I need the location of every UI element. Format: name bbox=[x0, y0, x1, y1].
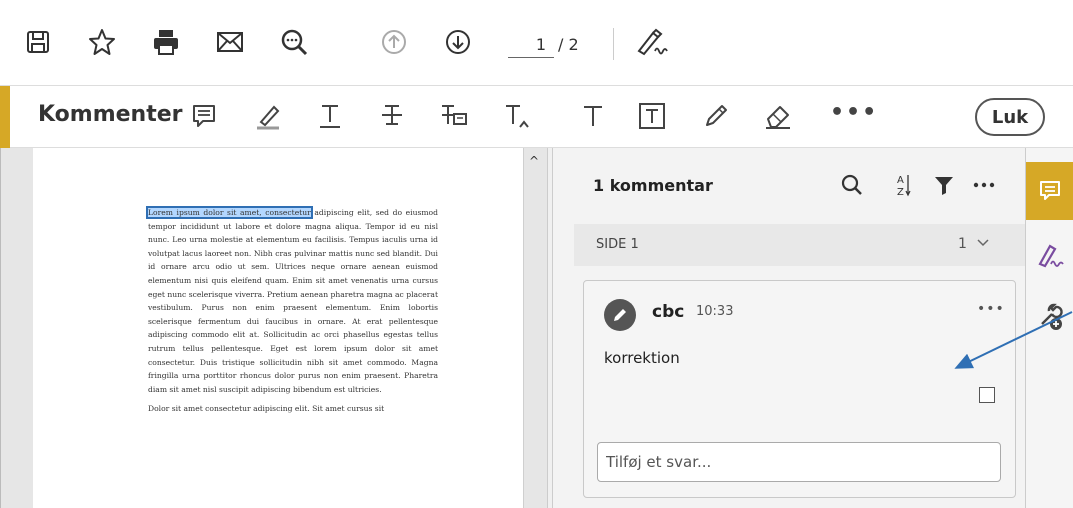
sticky-note-icon[interactable] bbox=[186, 98, 222, 134]
save-icon[interactable] bbox=[18, 22, 58, 62]
more-tools-button[interactable]: ••• bbox=[830, 100, 878, 125]
comment-time: 10:33 bbox=[696, 304, 734, 319]
comment-tool-icon[interactable] bbox=[1026, 162, 1073, 220]
comment-author: cbc bbox=[652, 302, 685, 322]
search-icon[interactable] bbox=[837, 170, 867, 200]
right-rail bbox=[1025, 148, 1073, 508]
more-tools-icon[interactable] bbox=[1026, 292, 1073, 342]
fill-sign-icon[interactable] bbox=[1026, 230, 1073, 280]
svg-text:Z: Z bbox=[897, 187, 904, 198]
document-viewer[interactable]: Lorem ipsum dolor sit amet, consectetur … bbox=[0, 148, 552, 508]
paragraph: Lorem ipsum dolor sit amet, consectetur … bbox=[146, 206, 438, 396]
comment-more-button[interactable]: ••• bbox=[977, 301, 1005, 317]
page-down-icon[interactable] bbox=[438, 22, 478, 62]
highlight-icon[interactable] bbox=[250, 98, 286, 134]
print-icon[interactable] bbox=[146, 22, 186, 62]
underline-icon[interactable] bbox=[312, 98, 348, 134]
strikethrough-icon[interactable] bbox=[374, 98, 410, 134]
document-text: Lorem ipsum dolor sit amet, consectetur … bbox=[146, 206, 438, 416]
scroll-up-icon[interactable]: ^ bbox=[529, 154, 539, 168]
add-text-icon[interactable] bbox=[575, 98, 611, 134]
sign-icon[interactable] bbox=[632, 22, 672, 62]
zoom-search-icon[interactable] bbox=[274, 22, 314, 62]
toolbar-divider bbox=[613, 28, 614, 60]
paragraph: Dolor sit amet consectetur adipiscing el… bbox=[148, 404, 385, 414]
replace-text-icon[interactable] bbox=[436, 98, 472, 134]
reply-input[interactable] bbox=[597, 442, 1001, 482]
active-tool-indicator bbox=[0, 86, 10, 148]
vertical-scrollbar[interactable]: ^ bbox=[523, 148, 547, 508]
document-margin bbox=[0, 148, 32, 508]
comment-text: korrektion bbox=[604, 349, 680, 367]
comments-panel: 1 kommentar AZ SIDE 1 1 cbc 10:33 ••• ko… bbox=[552, 148, 1028, 508]
panel-more-icon[interactable] bbox=[969, 170, 999, 200]
avatar bbox=[604, 299, 636, 331]
page-group-count: 1 bbox=[958, 236, 967, 252]
tool-title: Kommenter bbox=[38, 102, 183, 127]
comment-checkbox[interactable] bbox=[979, 387, 995, 403]
comment-toolbar: Kommenter ••• Luk bbox=[0, 86, 1073, 148]
svg-text:A: A bbox=[897, 175, 904, 186]
text-box-icon[interactable] bbox=[634, 98, 670, 134]
mail-icon[interactable] bbox=[210, 22, 250, 62]
filter-icon[interactable] bbox=[929, 170, 959, 200]
comments-count-title: 1 kommentar bbox=[593, 176, 713, 195]
paragraph-text: adipiscing elit, sed do eiusmod tempor i… bbox=[148, 208, 438, 394]
document-page[interactable]: Lorem ipsum dolor sit amet, consectetur … bbox=[33, 148, 523, 508]
draw-icon[interactable] bbox=[698, 98, 734, 134]
close-button[interactable]: Luk bbox=[975, 98, 1045, 136]
highlighted-text[interactable]: Lorem ipsum dolor sit amet, consectetur bbox=[146, 206, 313, 219]
chevron-down-icon[interactable] bbox=[977, 236, 989, 250]
page-group-header[interactable]: SIDE 1 1 bbox=[574, 224, 1028, 266]
insert-text-icon[interactable] bbox=[500, 98, 536, 134]
comment-card[interactable]: cbc 10:33 ••• korrektion bbox=[583, 280, 1016, 498]
page-up-icon[interactable] bbox=[374, 22, 414, 62]
sort-az-icon[interactable]: AZ bbox=[887, 170, 917, 200]
page-total: / 2 bbox=[558, 35, 579, 54]
eraser-icon[interactable] bbox=[760, 98, 796, 134]
star-icon[interactable] bbox=[82, 22, 122, 62]
page-number-input[interactable]: 1 bbox=[508, 34, 554, 58]
main-toolbar: 1 / 2 bbox=[0, 0, 1073, 86]
page-group-label: SIDE 1 bbox=[596, 237, 639, 252]
